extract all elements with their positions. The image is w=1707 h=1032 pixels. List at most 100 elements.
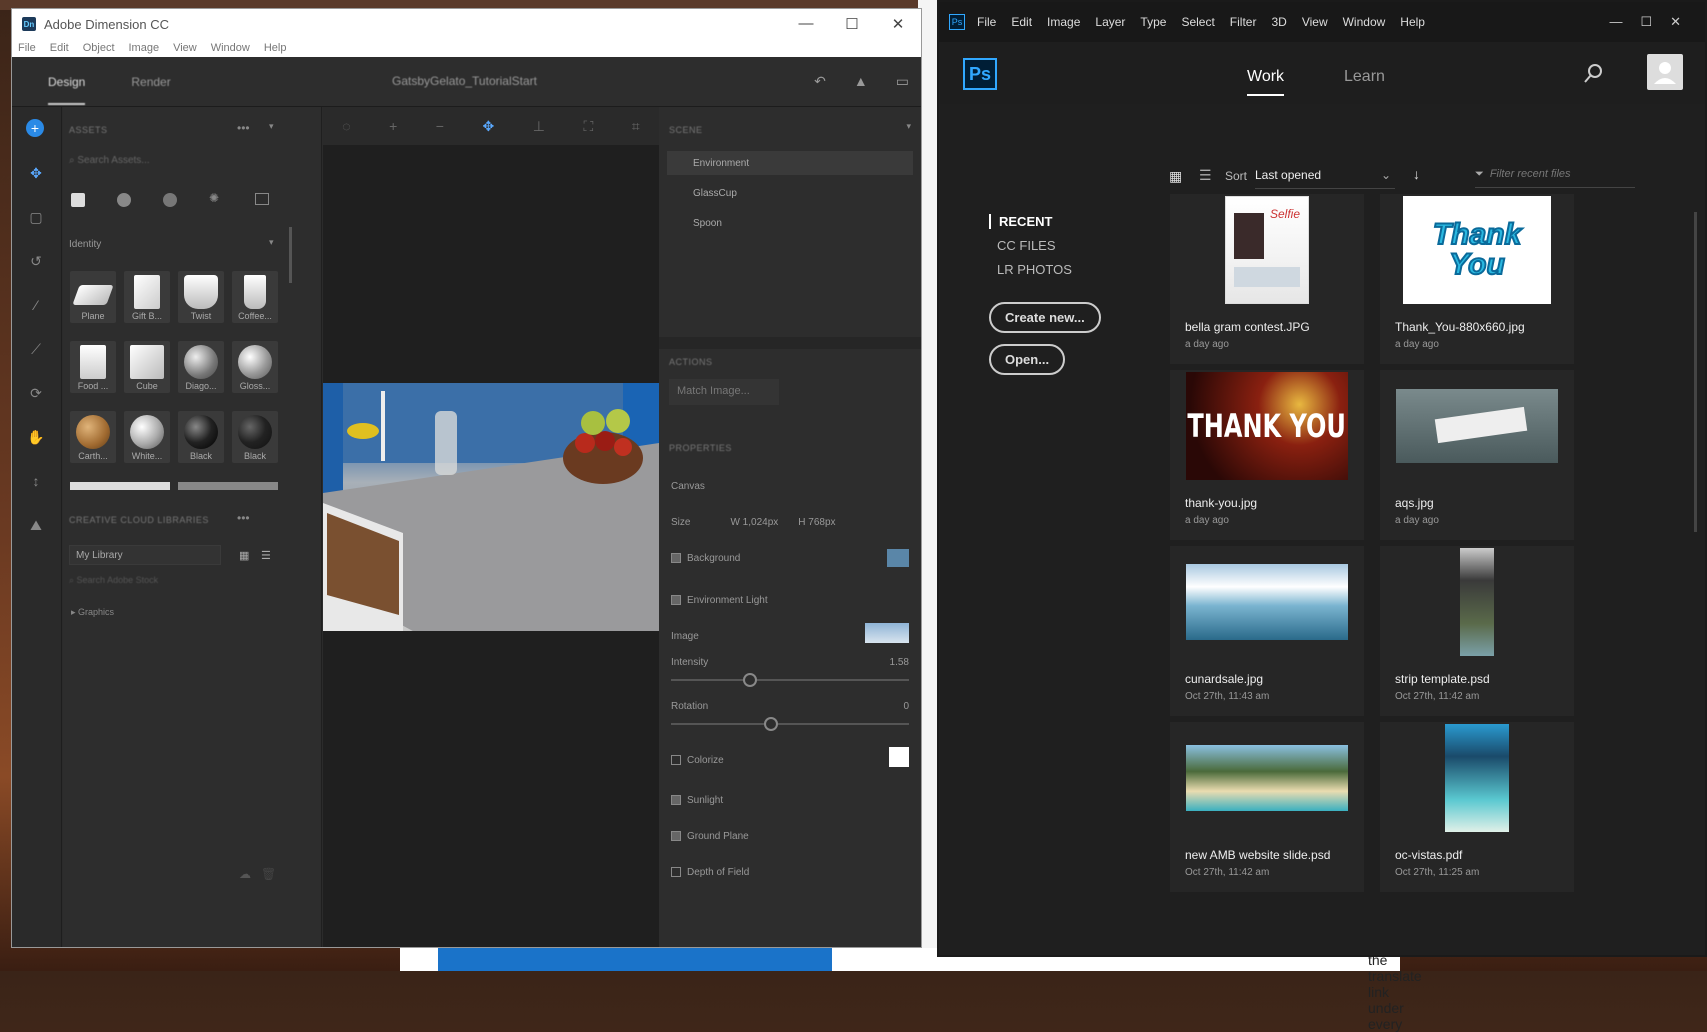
snap-icon[interactable]: ⌗ <box>632 118 640 135</box>
minimize-button[interactable]: — <box>783 15 829 33</box>
sort-direction-icon[interactable]: ↓ <box>1413 166 1420 182</box>
canvas-width[interactable]: W 1,024px <box>730 517 778 528</box>
ps-menu-image[interactable]: Image <box>1047 15 1080 29</box>
frame-icon[interactable]: ◌ <box>342 118 350 134</box>
ps-menu-window[interactable]: Window <box>1343 15 1386 29</box>
search-icon[interactable] <box>1583 62 1605 84</box>
textures-tab-icon[interactable] <box>163 193 177 207</box>
stock-search-input[interactable]: ⌕ Search Adobe Stock <box>69 575 158 586</box>
canvas-section[interactable]: Canvas <box>671 481 909 492</box>
recent-file-card[interactable]: cunardsale.jpg Oct 27th, 11:43 am <box>1170 546 1364 716</box>
menu-view[interactable]: View <box>173 42 197 54</box>
chevron-down-icon[interactable]: ▾ <box>269 237 274 248</box>
rotation-value[interactable]: 0 <box>903 701 909 712</box>
library-select[interactable]: My Library <box>69 545 221 565</box>
asset-twist[interactable]: Twist <box>178 271 224 323</box>
ps-menu-select[interactable]: Select <box>1181 15 1214 29</box>
intensity-slider[interactable] <box>671 673 909 687</box>
dolly-icon[interactable]: ↕ <box>26 473 46 493</box>
trash-icon[interactable]: 🗑 <box>261 867 276 881</box>
recent-file-card[interactable]: oc-vistas.pdf Oct 27th, 11:25 am <box>1380 722 1574 892</box>
chevron-down-icon[interactable]: ▾ <box>269 121 274 132</box>
add-icon[interactable]: + <box>26 119 44 137</box>
create-new-button[interactable]: Create new... <box>989 302 1101 333</box>
sidebar-item-cc-files[interactable]: CC FILES <box>989 238 1072 253</box>
more-icon[interactable]: ••• <box>237 121 250 135</box>
ps-scrollbar[interactable] <box>1694 212 1697 532</box>
recent-file-card[interactable]: Selfie bella gram contest.JPG a day ago <box>1170 194 1364 364</box>
ps-minimize-button[interactable]: — <box>1609 14 1622 30</box>
menu-file[interactable]: File <box>18 42 36 54</box>
comment-icon[interactable]: ▭ <box>896 73 909 90</box>
sidebar-item-lr-photos[interactable]: LR PHOTOS <box>989 262 1072 277</box>
tab-learn[interactable]: Learn <box>1344 68 1385 86</box>
lights-tab-icon[interactable]: ✺ <box>209 191 219 205</box>
colorize-checkbox[interactable] <box>671 755 681 766</box>
fit-icon[interactable]: ⛶ <box>583 118 593 135</box>
colorize-swatch[interactable] <box>889 747 909 767</box>
undo-icon[interactable]: ↶ <box>814 73 826 90</box>
tab-design[interactable]: Design <box>48 59 86 105</box>
ps-maximize-button[interactable]: ☐ <box>1640 14 1652 30</box>
align-icon[interactable]: ⊥ <box>533 118 545 135</box>
dof-checkbox[interactable] <box>671 867 681 878</box>
camera-icon[interactable]: ⛰ <box>26 517 46 537</box>
asset-black[interactable]: Black <box>178 411 224 463</box>
recent-file-card[interactable]: strip template.psd Oct 27th, 11:42 am <box>1380 546 1574 716</box>
asset-cube[interactable]: Cube <box>124 341 170 393</box>
eyedropper-icon[interactable]: ⟋ <box>26 341 46 361</box>
grid-view-icon[interactable]: ▦ <box>239 549 249 562</box>
colorize-row[interactable]: Colorize <box>671 755 909 766</box>
tab-work[interactable]: Work <box>1247 68 1285 96</box>
more-icon[interactable]: ••• <box>237 511 250 525</box>
menu-help[interactable]: Help <box>264 42 287 54</box>
cloud-icon[interactable]: ☁ <box>239 867 251 881</box>
maximize-button[interactable]: ☐ <box>829 15 875 33</box>
materials-tab-icon[interactable] <box>117 193 131 207</box>
ps-menu-edit[interactable]: Edit <box>1011 15 1032 29</box>
background-swatch[interactable] <box>887 549 909 567</box>
ground-plane-row[interactable]: Ground Plane <box>671 831 909 842</box>
chevron-down-icon[interactable]: ▾ <box>906 121 911 132</box>
hand-icon[interactable]: ✋ <box>26 429 46 449</box>
env-light-checkbox[interactable] <box>671 595 681 606</box>
ps-menu-layer[interactable]: Layer <box>1095 15 1125 29</box>
sunlight-checkbox[interactable] <box>671 795 681 806</box>
grid-view-icon[interactable]: ▦ <box>1169 168 1182 185</box>
zoom-in-icon[interactable]: + <box>389 118 397 134</box>
zoom-out-icon[interactable]: − <box>436 118 444 134</box>
graphics-group[interactable]: ▸ Graphics <box>71 607 114 618</box>
background-checkbox[interactable] <box>671 553 681 564</box>
sunlight-row[interactable]: Sunlight <box>671 795 909 806</box>
category-select[interactable]: Identity <box>69 239 101 250</box>
ground-plane-checkbox[interactable] <box>671 831 681 842</box>
rotation-slider[interactable] <box>671 717 909 731</box>
ps-menu-help[interactable]: Help <box>1400 15 1425 29</box>
canvas-height[interactable]: H 768px <box>798 517 835 528</box>
magic-wand-icon[interactable]: ⁄ <box>26 297 46 317</box>
asset-cardboard[interactable]: Carth... <box>70 411 116 463</box>
asset-diagonal[interactable]: Diago... <box>178 341 224 393</box>
env-image-swatch[interactable] <box>865 623 909 643</box>
asset-black-2[interactable]: Black <box>232 411 278 463</box>
asset-coffee[interactable]: Coffee... <box>232 271 278 323</box>
depth-of-field-row[interactable]: Depth of Field <box>671 867 909 878</box>
recent-file-card[interactable]: THANK YOU thank-you.jpg a day ago <box>1170 370 1364 540</box>
list-view-icon[interactable]: ☰ <box>1199 167 1212 184</box>
menu-edit[interactable]: Edit <box>50 42 69 54</box>
orbit-icon[interactable]: ⟳ <box>26 385 46 405</box>
filter-files-input[interactable]: ⏷ Filter recent files <box>1475 168 1635 188</box>
recent-file-card[interactable]: new AMB website slide.psd Oct 27th, 11:4… <box>1170 722 1364 892</box>
intensity-value[interactable]: 1.58 <box>890 657 909 668</box>
models-tab-icon[interactable] <box>71 193 85 207</box>
sort-select[interactable]: Last opened ⌄ <box>1255 168 1395 189</box>
ps-menu-view[interactable]: View <box>1302 15 1328 29</box>
move-gizmo-icon[interactable]: ✥ <box>483 118 495 135</box>
scene-item-glasscup[interactable]: GlassCup <box>667 181 913 205</box>
images-tab-icon[interactable] <box>255 193 269 205</box>
slider-knob[interactable] <box>764 717 778 731</box>
background-row[interactable]: Background <box>671 553 909 564</box>
rotate-tool-icon[interactable]: ↺ <box>26 253 46 273</box>
menu-image[interactable]: Image <box>129 42 160 54</box>
recent-file-card[interactable]: Thank You Thank_You-880x660.jpg a day ag… <box>1380 194 1574 364</box>
